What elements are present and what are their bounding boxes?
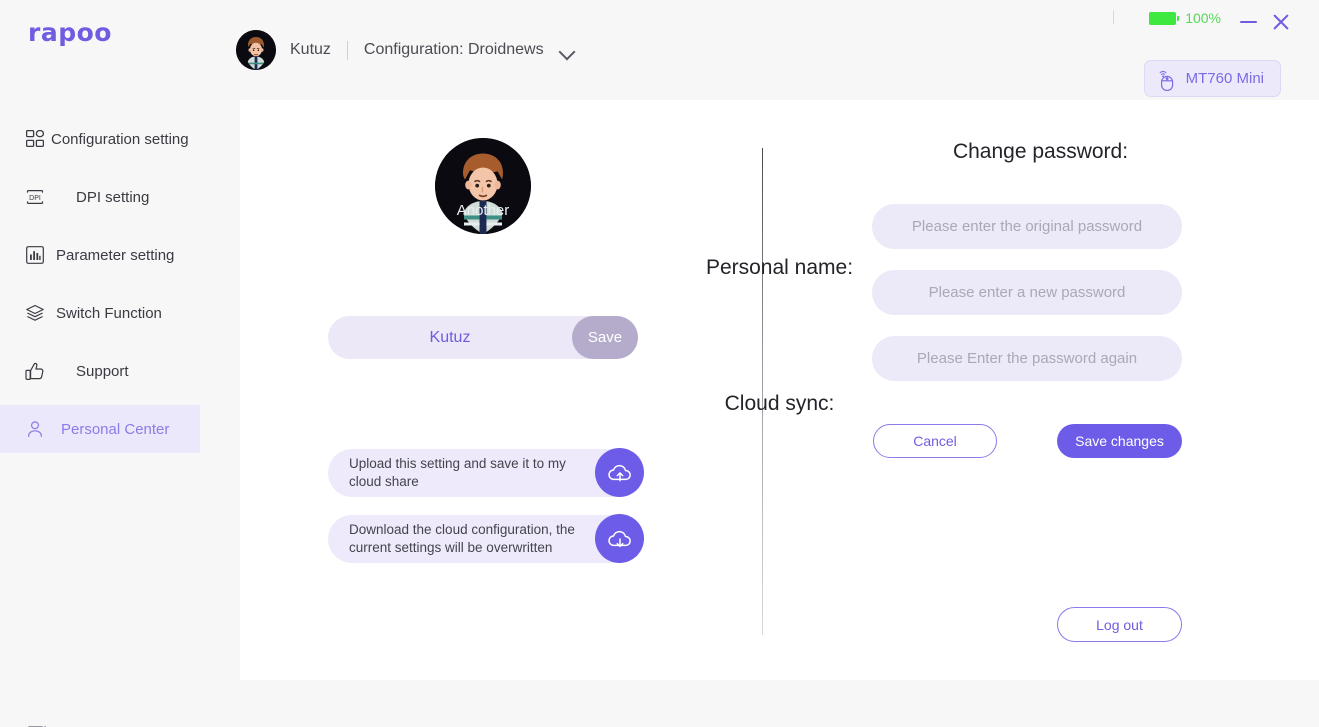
wireless-mouse-icon [1159,70,1173,91]
cloud-upload-row[interactable]: Upload this setting and save it to my cl… [328,448,644,497]
sidebar-item-personal-center[interactable]: Personal Center [0,405,200,453]
device-chip[interactable]: MT760 Mini [1143,60,1281,97]
battery-percent: 100% [1185,10,1221,26]
avatar[interactable] [236,30,276,70]
save-changes-button[interactable]: Save changes [1057,424,1182,458]
sidebar-item-support[interactable]: Support [0,347,200,395]
new-password-field[interactable] [872,270,1182,315]
grid-icon [24,128,46,150]
sidebar-item-label: Configuration setting [51,130,189,148]
sidebar: Configuration setting DPI DPI setting Pa… [0,95,200,727]
sidebar-item-configuration-setting[interactable]: Configuration setting [0,115,200,163]
cancel-button[interactable]: Cancel [873,424,997,458]
save-name-button[interactable]: Save [572,316,638,359]
chevron-down-icon[interactable] [560,46,575,55]
cloud-download-row[interactable]: Download the cloud configuration, the cu… [328,514,644,563]
layers-icon [24,302,46,324]
header-divider [346,40,348,60]
svg-text:DPI: DPI [29,195,41,202]
sidebar-item-switch-function[interactable]: Switch Function [0,289,200,337]
change-password-title: Change password: [952,140,1129,163]
sidebar-item-dpi-setting[interactable]: DPI DPI setting [0,173,200,221]
sidebar-item-label: Personal Center [61,420,170,438]
cloud-sync-title: Cloud sync: [724,392,835,415]
sidebar-item-label: Parameter setting [56,246,175,264]
collapse-sidebar-icon[interactable] [28,723,56,727]
header-user-name: Kutuz [290,41,331,58]
logout-button[interactable]: Log out [1057,607,1182,642]
device-name: MT760 Mini [1185,70,1264,87]
brand-logo: rapoo [28,18,112,47]
confirm-password-field[interactable] [872,336,1182,381]
bar-chart-icon [24,244,46,266]
dpi-icon: DPI [24,186,46,208]
minimize-icon[interactable] [1237,10,1261,34]
main-panel: Another Personal name: Save Cloud sync: … [240,100,1319,680]
header-user-block: Kutuz Configuration: Droidnews [236,30,575,70]
cloud-download-text: Download the cloud configuration, the cu… [349,522,575,555]
sidebar-item-label: Support [76,362,129,380]
profile-avatar[interactable]: Another [435,138,531,234]
sidebar-item-label: Switch Function [56,304,162,322]
cloud-upload-icon[interactable] [595,448,644,497]
titlebar-separator [1113,10,1114,24]
cloud-download-icon[interactable] [595,514,644,563]
original-password-field[interactable] [872,204,1182,249]
configuration-label[interactable]: Configuration: Droidnews [364,41,544,59]
person-icon [24,418,46,440]
avatar-illustration [236,30,276,70]
battery-full-icon [1149,11,1180,25]
cloud-upload-text: Upload this setting and save it to my cl… [349,456,566,489]
personal-name-row: Save [328,316,638,359]
sidebar-item-parameter-setting[interactable]: Parameter setting [0,231,200,279]
thumbs-up-icon [24,360,46,382]
avatar-tag: Another [456,202,510,219]
sidebar-item-label: DPI setting [76,188,150,206]
profile-avatar-illustration [435,138,531,234]
app-window: rapoo Kutuz Configuration: Droidnews 100… [0,0,1319,727]
battery-status: 100% [1149,10,1221,26]
close-icon[interactable] [1269,10,1293,34]
